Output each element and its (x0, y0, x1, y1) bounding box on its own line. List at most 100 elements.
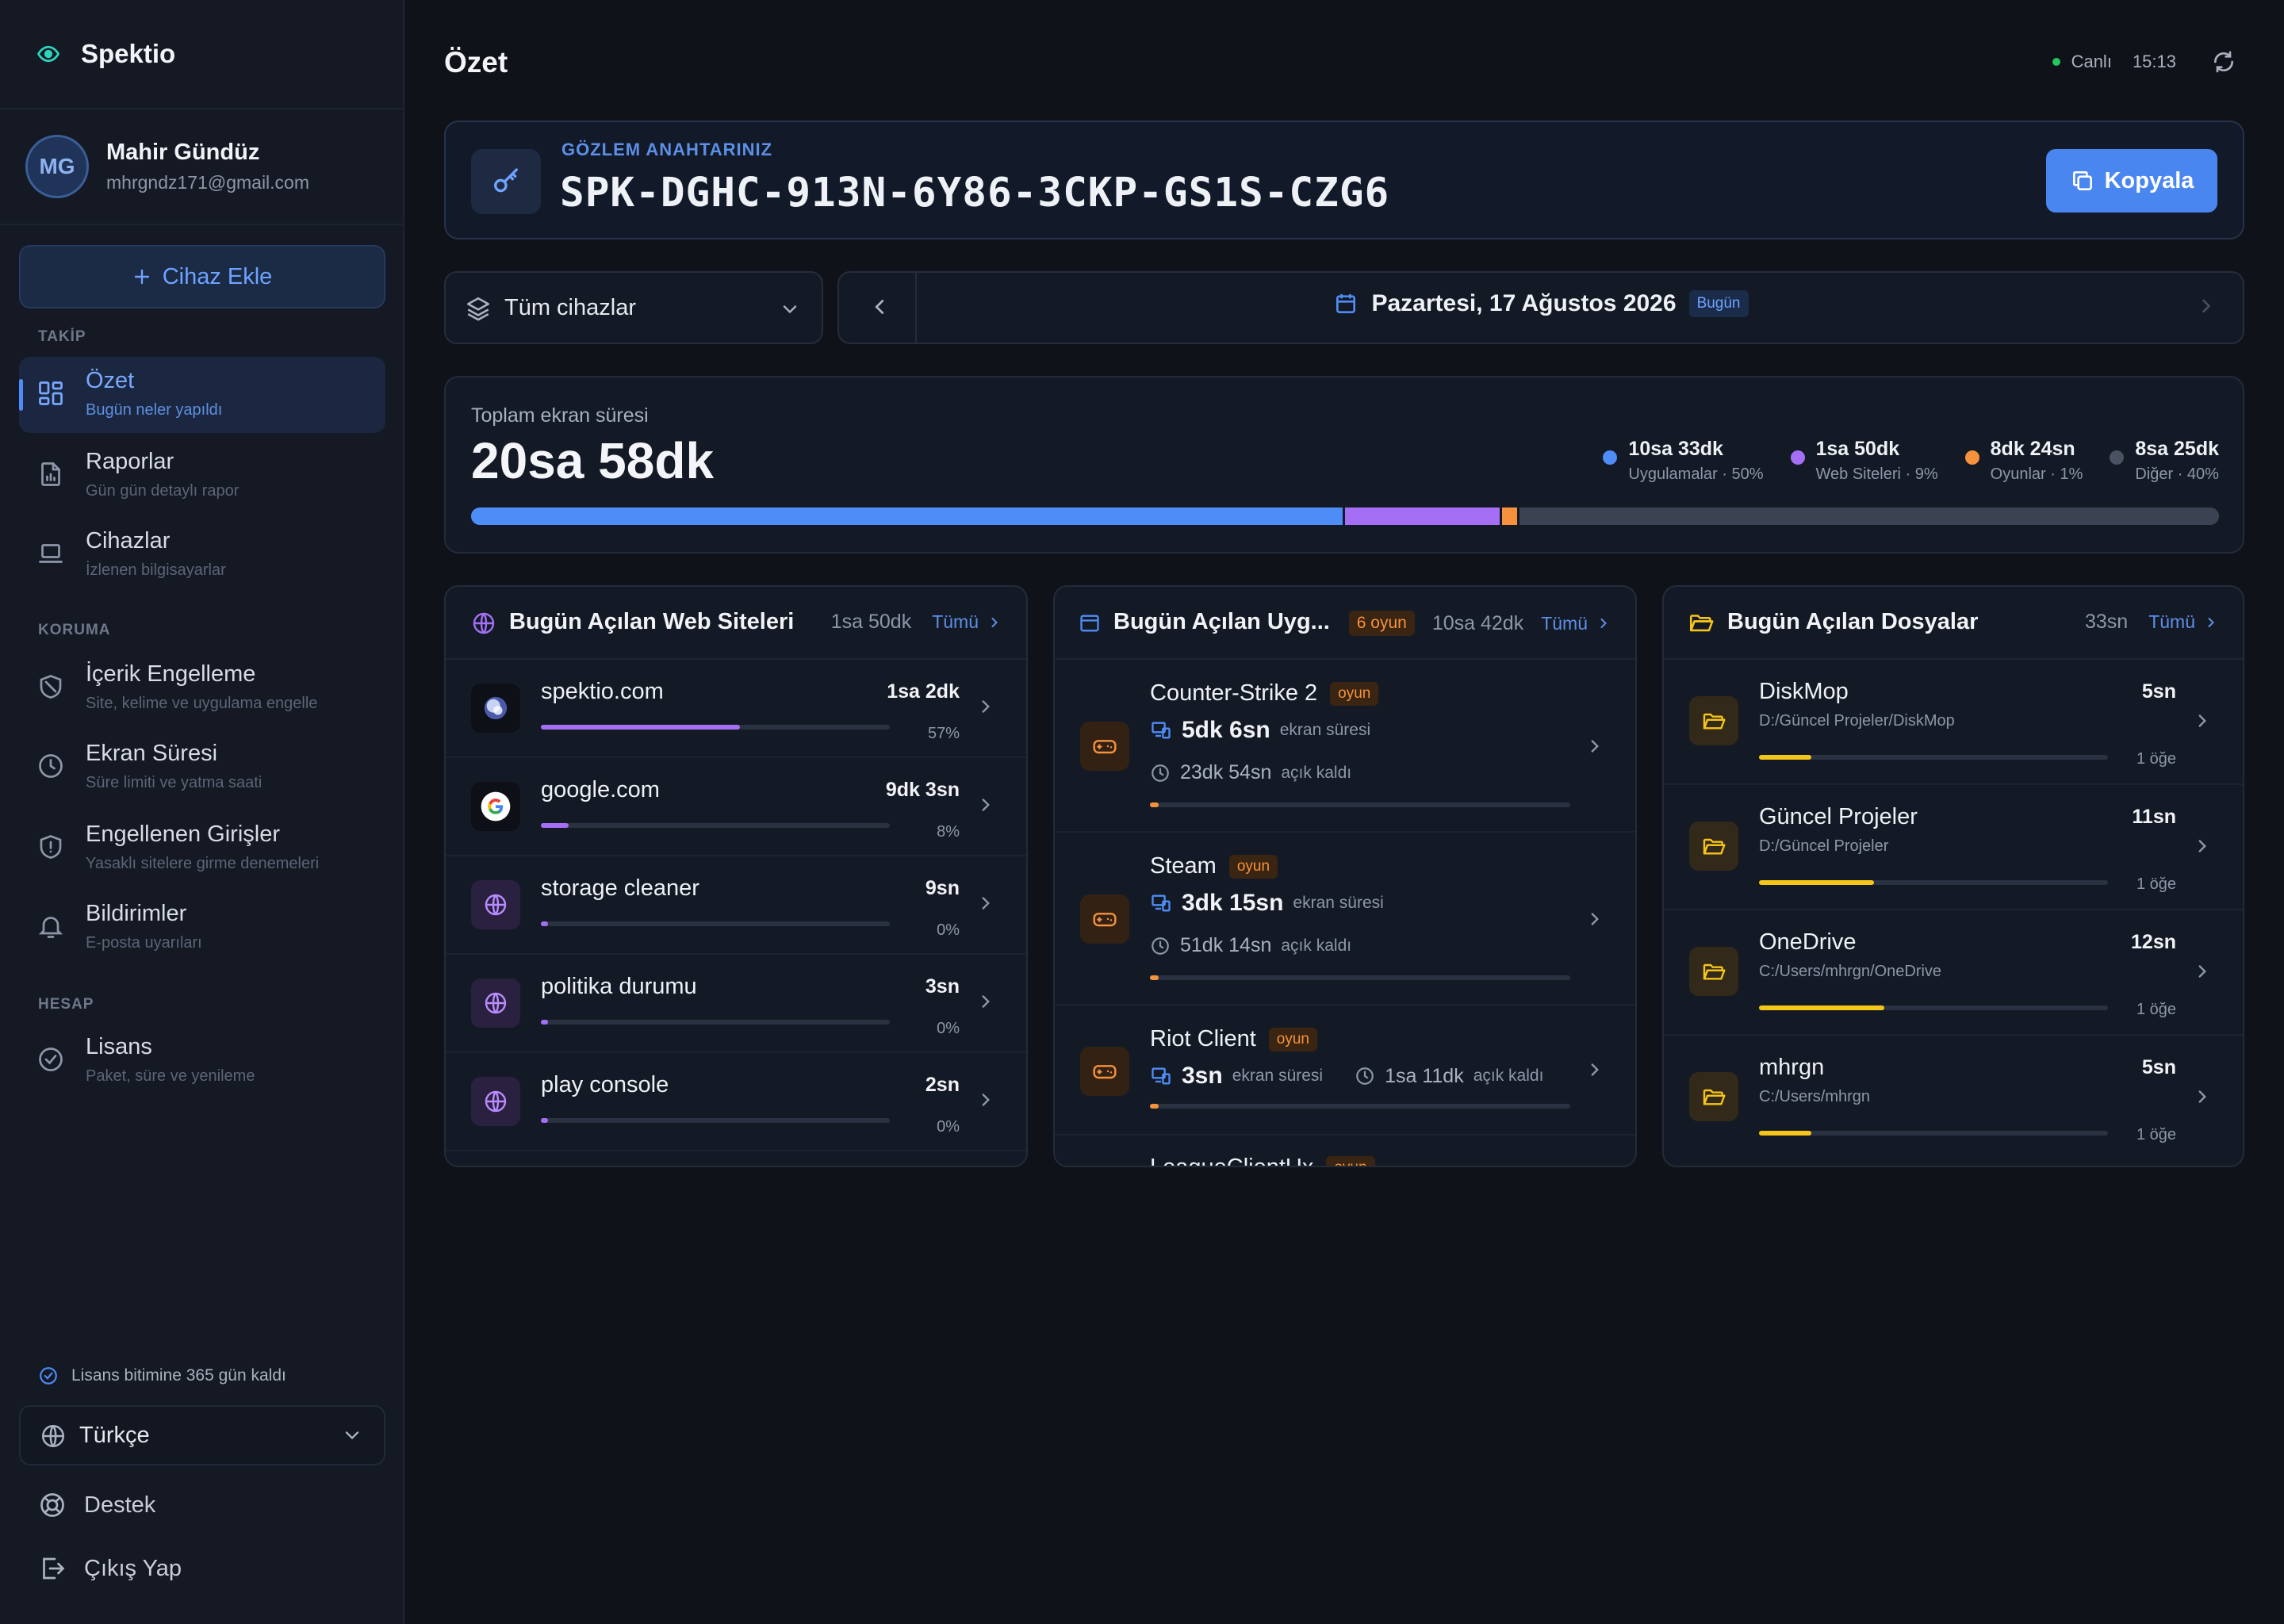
file-row[interactable]: DiskMop D:/Güncel Projeler/DiskMop 5sn 1… (1664, 660, 2243, 785)
total-label: Toplam ekran süresi (471, 404, 649, 427)
sidebar-item-cihazlar[interactable]: Cihazlar İzlenen bilgisayarlar (19, 517, 385, 593)
sidebar-item-bildirimler[interactable]: Bildirimler E-posta uyarıları (19, 890, 385, 966)
app-progress-fill (1150, 802, 1159, 807)
sidebar-item-engellenen-girisler[interactable]: Engellenen Girişler Yasaklı sitelere gir… (19, 810, 385, 887)
legend-item-apps: 10sa 33dk Uygulamalar · 50% (1603, 438, 1764, 484)
key-label: GÖZLEM ANAHTARINIZ (561, 140, 773, 159)
sidebar-item-subtitle: Gün gün detaylı rapor (86, 482, 240, 500)
section-label-hesap: HESAP (38, 996, 94, 1013)
panel-header: Bugün Açılan Dosyalar 33sn Tümü (1664, 587, 2243, 660)
today-badge: Bugün (1688, 290, 1749, 317)
shield-block-icon (36, 672, 65, 701)
sidebar-item-ozet[interactable]: Özet Bugün neler yapıldı (19, 357, 385, 433)
divider (0, 224, 404, 225)
google-logo-icon (471, 782, 520, 831)
usage-bar-segment (471, 508, 1345, 525)
chevron-right-icon (1591, 1063, 1599, 1076)
app-row[interactable]: Steam oyun 3dk 15sn ekran süresi 51dk 14… (1055, 833, 1635, 1005)
websites-panel: Bugün Açılan Web Siteleri 1sa 50dk Tümü … (444, 585, 1028, 1167)
language-select[interactable]: Türkçe (19, 1405, 385, 1465)
key-icon (471, 149, 541, 214)
legend-value: 10sa 33dk (1628, 438, 1723, 460)
website-progress-track (541, 823, 890, 828)
sidebar-item-icerik-engelleme[interactable]: İçerik Engelleme Site, kelime ve uygulam… (19, 650, 385, 726)
legend-dot (1964, 450, 1979, 465)
globe-icon (471, 880, 520, 929)
website-row[interactable]: spektio.com 1sa 2dk 57% (446, 660, 1026, 758)
website-row[interactable]: storage cleaner 9sn 0% (446, 856, 1026, 955)
file-row[interactable]: Güncel Projeler D:/Güncel Projeler 11sn … (1664, 785, 2243, 910)
file-row[interactable]: OneDrive C:/Users/mhrgn/OneDrive 12sn 1 … (1664, 910, 2243, 1036)
legend-dot (1790, 450, 1805, 465)
panel-title: Bugün Açılan Uyg... (1113, 609, 1330, 634)
logout-link[interactable]: Çıkış Yap (38, 1554, 182, 1583)
panel-duration: 33sn (2084, 611, 2129, 633)
support-link[interactable]: Destek (38, 1491, 155, 1519)
screen-time-value: 5dk 6sn (1182, 717, 1270, 743)
brand[interactable]: Spektio (36, 32, 175, 76)
live-indicator (2052, 58, 2060, 66)
gamepad-icon (1080, 722, 1129, 771)
view-all-link[interactable]: Tümü (1541, 613, 1611, 634)
app-row[interactable]: LeagueClientUx oyun (1055, 1136, 1635, 1166)
view-all-link[interactable]: Tümü (2148, 611, 2219, 633)
website-row[interactable]: play console 2sn 0% (446, 1053, 1026, 1151)
sidebar-item-lisans[interactable]: Lisans Paket, süre ve yenileme (19, 1023, 385, 1099)
folder-path: C:/Users/mhrgn/OneDrive (1759, 963, 1942, 980)
panel-header: Bugün Açılan Uyg... 6 oyun 10sa 42dk Tüm… (1055, 587, 1635, 660)
file-row[interactable]: mhrgn C:/Users/mhrgn 5sn 1 öğe (1664, 1036, 2243, 1161)
next-day-button[interactable] (2165, 273, 2243, 343)
spektio-logo-icon (471, 684, 520, 733)
folder-path: D:/Güncel Projeler (1759, 837, 1889, 855)
screen-time-icon (1150, 719, 1172, 741)
observation-key-card: GÖZLEM ANAHTARINIZ SPK-DGHC-913N-6Y86-3C… (444, 121, 2244, 239)
folder-open-icon (1689, 1072, 1738, 1121)
app-name: Counter-Strike 2 (1150, 680, 1318, 706)
legend-value: 8sa 25dk (2135, 438, 2219, 460)
device-select[interactable]: Tüm cihazlar (444, 271, 823, 344)
legend-label: Diğer · 40% (2135, 465, 2219, 483)
user-profile[interactable]: MG Mahir Gündüz mhrgndz171@gmail.com (25, 135, 309, 198)
app-row[interactable]: Riot Client oyun 3sn ekran süresi 1sa 11… (1055, 1005, 1635, 1136)
date-display[interactable]: Pazartesi, 17 Ağustos 2026 Bugün (839, 290, 2243, 317)
clock-icon (36, 752, 65, 780)
sidebar-item-title: İçerik Engelleme (86, 661, 256, 687)
chevron-right-icon (982, 897, 990, 910)
screen-time-icon (1150, 1065, 1172, 1087)
sidebar-item-title: Raporlar (86, 449, 174, 474)
app-progress-track (1150, 802, 1570, 807)
laptop-icon (36, 539, 65, 568)
app-name: Riot Client (1150, 1026, 1256, 1051)
sidebar-item-ekran-suresi[interactable]: Ekran Süresi Süre limiti ve yatma saati (19, 730, 385, 806)
add-device-button[interactable]: Cihaz Ekle (19, 245, 385, 308)
screen-time-label: ekran süresi (1232, 1067, 1324, 1085)
legend-label: Web Siteleri · 9% (1815, 465, 1938, 483)
add-device-label: Cihaz Ekle (162, 263, 273, 289)
screen-time-label: ekran süresi (1293, 894, 1384, 912)
folder-progress-fill (1759, 1131, 1811, 1136)
refresh-icon[interactable] (2211, 49, 2236, 75)
key-value[interactable]: SPK-DGHC-913N-6Y86-3CKP-GS1S-CZG6 (560, 170, 1389, 216)
section-label-koruma: KORUMA (38, 622, 111, 638)
chevron-right-icon (982, 1094, 990, 1106)
logout-label: Çıkış Yap (84, 1555, 182, 1581)
app-row[interactable]: Counter-Strike 2 oyun 5dk 6sn ekran süre… (1055, 660, 1635, 833)
copy-button[interactable]: Kopyala (2046, 149, 2217, 213)
open-time-value: 1sa 11dk (1385, 1064, 1464, 1087)
game-badge: oyun (1330, 681, 1379, 706)
device-select-value: Tüm cihazlar (504, 295, 636, 320)
website-row[interactable]: google.com 9dk 3sn 8% (446, 758, 1026, 856)
globe-icon (471, 979, 520, 1028)
license-note: Lisans bitimine 365 gün kaldı (38, 1365, 286, 1386)
chevron-right-icon (982, 995, 990, 1008)
avatar: MG (25, 135, 89, 198)
clock-icon (1150, 936, 1171, 956)
view-all-link[interactable]: Tümü (932, 611, 1002, 633)
sidebar-item-raporlar[interactable]: Raporlar Gün gün detaylı rapor (19, 438, 385, 514)
website-row[interactable]: politika durumu 3sn 0% (446, 955, 1026, 1053)
website-progress-fill (541, 921, 548, 926)
total-value: 20sa 58dk (471, 432, 715, 489)
badge-check-icon (36, 1045, 65, 1074)
view-all-label: Tümü (2148, 611, 2195, 632)
screen-time-value: 3sn (1182, 1063, 1223, 1089)
